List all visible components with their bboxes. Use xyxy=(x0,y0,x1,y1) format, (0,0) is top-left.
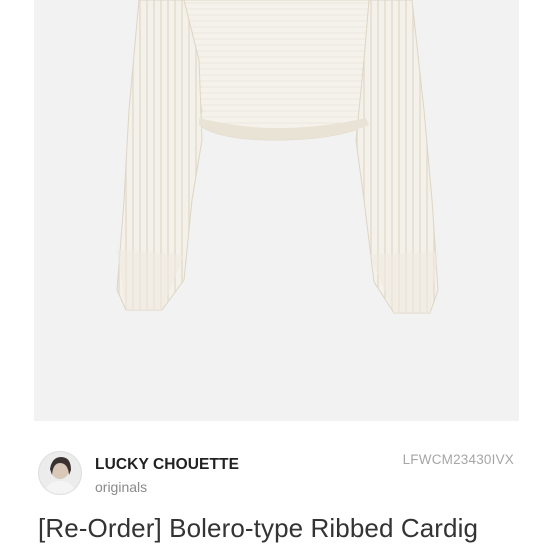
brand-row[interactable]: LUCKY CHOUETTE originals LFWCM23430IVX xyxy=(38,451,516,499)
product-code: LFWCM23430IVX xyxy=(402,452,514,467)
brand-avatar-icon[interactable] xyxy=(38,451,82,495)
product-title: [Re-Order] Bolero-type Ribbed Cardig xyxy=(38,513,479,543)
product-image[interactable] xyxy=(34,0,519,421)
brand-subtitle: originals xyxy=(95,479,148,495)
cardigan-image-icon xyxy=(116,0,439,314)
brand-name[interactable]: LUCKY CHOUETTE xyxy=(95,456,239,474)
product-page: LUCKY CHOUETTE originals LFWCM23430IVX [… xyxy=(0,0,553,553)
